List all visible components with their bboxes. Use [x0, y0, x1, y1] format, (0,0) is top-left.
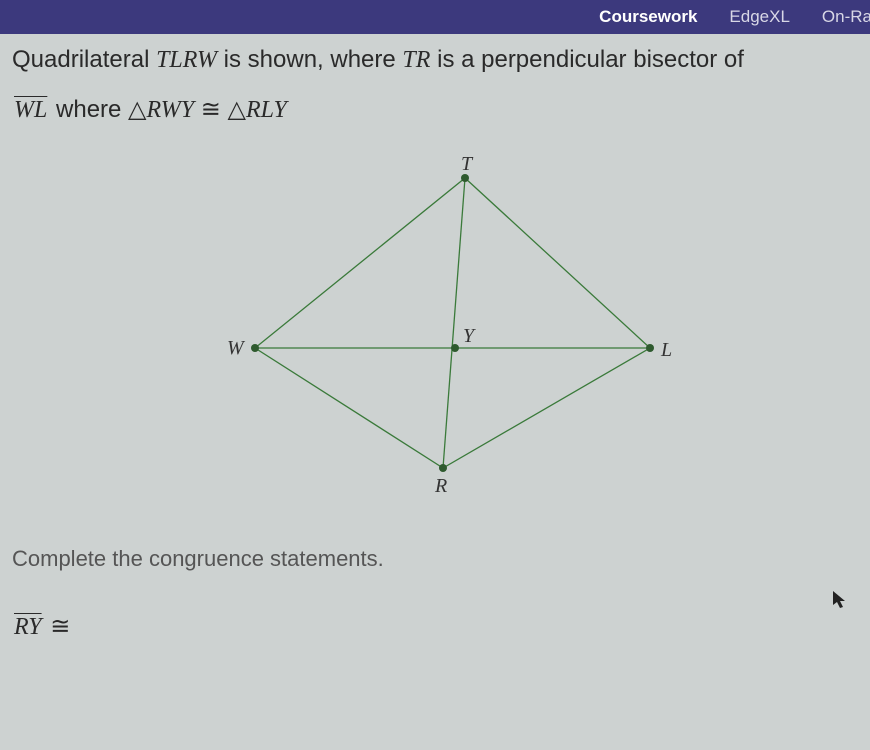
nav-edgexl[interactable]: EdgeXL — [729, 7, 790, 27]
triangle-symbol: △ — [128, 97, 146, 123]
math-segment-tr: TR — [402, 47, 430, 73]
problem-line-1: Quadrilateral TLRW is shown, where TR is… — [12, 42, 858, 78]
label-l: L — [660, 339, 672, 361]
label-y: Y — [463, 325, 476, 347]
label-w: W — [227, 337, 246, 359]
math-segment-ry: RY — [12, 614, 44, 641]
kite-outline — [255, 178, 650, 468]
text-fragment: where — [49, 96, 128, 123]
text-fragment: Quadrilateral — [12, 46, 156, 73]
math-tri-rly: RLY — [246, 97, 287, 123]
diagonal-tr — [443, 178, 465, 468]
nav-coursework[interactable]: Coursework — [599, 7, 697, 27]
problem-statement: Quadrilateral TLRW is shown, where TR is… — [0, 34, 870, 128]
math-quad: TLRW — [156, 47, 217, 73]
nav-onramp[interactable]: On-Ra — [822, 7, 870, 27]
label-t: T — [461, 153, 474, 175]
point-y — [451, 344, 459, 352]
text-fragment: is a perpendicular bisector of — [430, 46, 744, 73]
geometry-figure: T W Y L R — [175, 148, 695, 528]
point-t — [461, 174, 469, 182]
congruence-answer-line: RY ≅ — [0, 572, 870, 641]
congruent-symbol: ≅ — [50, 614, 70, 640]
figure-container: T W Y L R — [0, 148, 870, 528]
congruent-symbol: ≅ — [201, 97, 221, 123]
triangle-symbol: △ — [228, 97, 246, 123]
point-l — [646, 344, 654, 352]
math-tri-rwy: RWY — [147, 97, 195, 123]
problem-line-2: WL where △RWY ≅ △RLY — [12, 92, 858, 128]
cursor-icon — [832, 590, 848, 610]
prompt-text: Complete the congruence statements. — [0, 528, 870, 572]
point-w — [251, 344, 259, 352]
point-r — [439, 464, 447, 472]
top-nav: Coursework EdgeXL On-Ra — [0, 0, 870, 34]
label-r: R — [434, 475, 447, 497]
text-fragment: is shown, where — [217, 46, 402, 73]
math-segment-wl: WL — [12, 92, 49, 128]
